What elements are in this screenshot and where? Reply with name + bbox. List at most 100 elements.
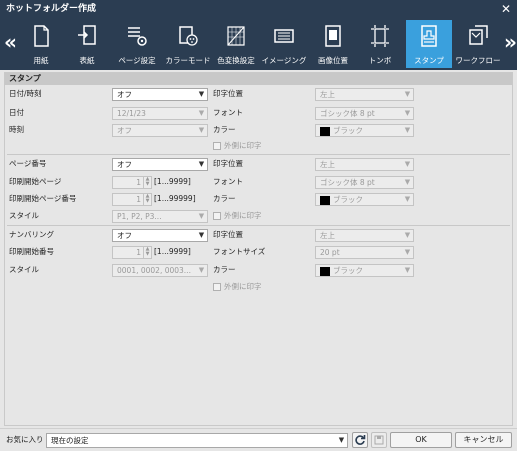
- tab-label: ページ設定: [118, 56, 156, 65]
- checkbox-icon: [213, 142, 221, 150]
- date-label: 日付: [9, 108, 24, 117]
- chevron-down-icon: ▼: [404, 248, 411, 256]
- footer-bar: お気に入り 現在の設定 ▼ OK キャンセル: [0, 428, 517, 450]
- color-swatch: [320, 126, 330, 136]
- time-format-select[interactable]: オフ ▼: [112, 124, 208, 137]
- numbering-color-label: カラー: [213, 265, 236, 274]
- tab-page-settings[interactable]: ページ設定: [114, 20, 160, 68]
- tab-image-position[interactable]: 画像位置: [312, 20, 354, 68]
- tab-crop-marks[interactable]: トンボ: [358, 20, 402, 68]
- page-settings-icon: [128, 27, 147, 46]
- stepper-arrows-icon[interactable]: ▲ ▼: [143, 177, 151, 188]
- page-number-label: ページ番号: [9, 159, 47, 168]
- start-page-stepper[interactable]: 1 ▲ ▼: [112, 176, 152, 189]
- datetime-label: 日付/時刻: [9, 89, 42, 98]
- checkbox-icon: [213, 212, 221, 220]
- section-header: スタンプ: [5, 73, 512, 85]
- ok-button[interactable]: OK: [390, 432, 452, 448]
- datetime-color-select[interactable]: ブラック ▼: [315, 124, 414, 137]
- datetime-font-select[interactable]: ゴシック体 8 pt ▼: [315, 107, 414, 120]
- workflow-icon: [469, 25, 488, 45]
- imaging-icon: [274, 29, 294, 43]
- datetime-position-select[interactable]: 左上 ▼: [315, 88, 414, 101]
- stepper-arrows-icon[interactable]: ▲ ▼: [143, 247, 151, 258]
- save-icon: [374, 435, 384, 445]
- page-color-select[interactable]: ブラック ▼: [315, 193, 414, 206]
- tab-paper[interactable]: 用紙: [22, 20, 60, 68]
- datetime-font-label: フォント: [213, 108, 243, 117]
- page-font-label: フォント: [213, 177, 243, 186]
- tab-stamp[interactable]: スタンプ: [406, 20, 452, 68]
- time-label: 時刻: [9, 125, 24, 134]
- page-number-select[interactable]: オフ ▼: [112, 158, 208, 171]
- chevron-down-icon: ▼: [198, 126, 205, 134]
- start-page-number-stepper[interactable]: 1 ▲ ▼: [112, 193, 152, 206]
- datetime-select[interactable]: オフ ▼: [112, 88, 208, 101]
- datetime-outside-checkbox[interactable]: 外側に印字: [213, 140, 262, 151]
- chevron-down-icon: ▼: [404, 266, 411, 274]
- numbering-color-select[interactable]: ブラック ▼: [315, 264, 414, 277]
- scroll-right-icon[interactable]: »: [504, 32, 517, 52]
- start-number-range: [1...99999]: [154, 194, 196, 203]
- tab-color-conversion[interactable]: 色変換設定: [214, 20, 258, 68]
- tab-label: 表紙: [79, 56, 95, 65]
- datetime-color-label: カラー: [213, 125, 236, 134]
- page-outside-checkbox[interactable]: 外側に印字: [213, 210, 262, 221]
- numbering-label: ナンバリング: [9, 230, 54, 239]
- datetime-position-label: 印字位置: [213, 89, 243, 98]
- favorites-label: お気に入り: [6, 435, 44, 444]
- tab-color-mode[interactable]: カラーモード: [164, 20, 212, 68]
- color-mode-icon: [179, 26, 198, 46]
- save-favorite-button[interactable]: [371, 432, 387, 448]
- refresh-button[interactable]: [352, 432, 368, 448]
- tab-label: カラーモード: [165, 56, 211, 65]
- window-title: ホットフォルダー作成: [6, 4, 97, 14]
- divider: [7, 154, 510, 155]
- chevron-down-icon: ▼: [404, 195, 411, 203]
- stepper-arrows-icon[interactable]: ▲ ▼: [143, 194, 151, 205]
- numbering-style-label: スタイル: [9, 265, 39, 274]
- numbering-font-size-select[interactable]: 20 pt ▼: [315, 246, 414, 259]
- tab-label: ワークフロー: [455, 56, 501, 65]
- page-font-select[interactable]: ゴシック体 8 pt ▼: [315, 176, 414, 189]
- paper-icon: [34, 25, 49, 47]
- tab-cover[interactable]: 表紙: [64, 20, 110, 68]
- scroll-left-icon[interactable]: «: [4, 32, 17, 52]
- stamp-settings-panel: スタンプ 日付/時刻 オフ ▼ 日付 12/1/23 ▼ 時刻 オフ ▼ 印字位置 左…: [4, 72, 513, 426]
- numbering-position-select[interactable]: 左上 ▼: [315, 229, 414, 242]
- chevron-down-icon: ▼: [404, 231, 411, 239]
- cancel-button[interactable]: キャンセル: [455, 432, 512, 448]
- refresh-icon: [355, 435, 366, 445]
- page-style-label: スタイル: [9, 211, 39, 220]
- chevron-down-icon: ▼: [404, 126, 411, 134]
- tab-imaging[interactable]: イメージング: [260, 20, 308, 68]
- title-bar: ホットフォルダー作成 ✕: [0, 0, 517, 18]
- chevron-down-icon: ▼: [198, 212, 205, 220]
- chevron-down-icon: ▼: [198, 90, 205, 98]
- cover-icon: [78, 25, 96, 45]
- color-swatch: [320, 195, 330, 205]
- image-position-icon: [325, 25, 341, 47]
- date-format-select[interactable]: 12/1/23 ▼: [112, 107, 208, 120]
- divider: [7, 225, 510, 226]
- numbering-start-label: 印刷開始番号: [9, 247, 54, 256]
- page-color-label: カラー: [213, 194, 236, 203]
- numbering-start-stepper[interactable]: 1 ▲ ▼: [112, 246, 152, 259]
- close-icon[interactable]: ✕: [501, 0, 511, 18]
- start-page-label: 印刷開始ページ: [9, 177, 62, 186]
- tab-label: イメージング: [261, 56, 307, 65]
- chevron-down-icon: ▼: [338, 436, 345, 444]
- numbering-select[interactable]: オフ ▼: [112, 229, 208, 242]
- numbering-outside-checkbox[interactable]: 外側に印字: [213, 281, 262, 292]
- tab-label: 色変換設定: [217, 56, 255, 65]
- tab-label: 画像位置: [318, 56, 348, 65]
- page-position-select[interactable]: 左上 ▼: [315, 158, 414, 171]
- numbering-font-size-label: フォントサイズ: [213, 247, 266, 256]
- tab-workflow[interactable]: ワークフロー: [454, 20, 502, 68]
- chevron-down-icon: ▼: [198, 109, 205, 117]
- page-style-select[interactable]: P1, P2, P3... ▼: [112, 210, 208, 223]
- chevron-down-icon: ▼: [198, 160, 205, 168]
- favorites-select[interactable]: 現在の設定 ▼: [46, 433, 348, 448]
- numbering-style-select[interactable]: 0001, 0002, 0003... ▼: [112, 264, 208, 277]
- chevron-down-icon: ▼: [404, 160, 411, 168]
